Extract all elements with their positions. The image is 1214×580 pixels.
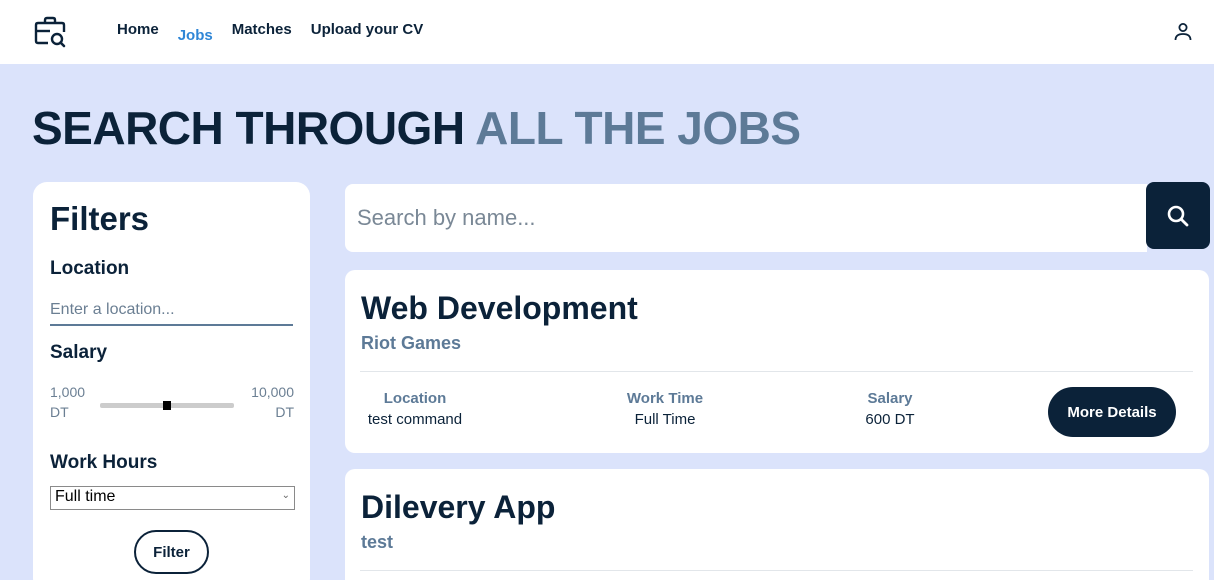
job-salary-value: 600 DT xyxy=(865,411,915,428)
job-work-time-value: Full Time xyxy=(634,411,696,428)
job-location: Location test command xyxy=(360,390,470,428)
page-title: SEARCH THROUGH ALL THE JOBS xyxy=(32,101,801,155)
briefcase-search-icon[interactable] xyxy=(32,14,68,50)
job-company: Riot Games xyxy=(361,333,462,353)
job-location-value: test command xyxy=(367,411,463,428)
nav-home[interactable]: Home xyxy=(117,21,159,38)
salary-max-unit: DT xyxy=(275,404,294,420)
filters-panel: Filters Location Salary 1,000 DT 10,000 … xyxy=(33,182,310,580)
location-label: Location xyxy=(50,258,130,279)
location-input[interactable] xyxy=(50,296,293,326)
nav-jobs[interactable]: Jobs xyxy=(178,27,213,44)
salary-min-unit: DT xyxy=(50,404,69,420)
job-work-time-label: Work Time xyxy=(626,390,704,407)
filter-button[interactable]: Filter xyxy=(134,530,209,574)
salary-slider[interactable] xyxy=(100,401,234,410)
job-work-time: Work Time Full Time xyxy=(605,390,725,428)
salary-slider-thumb[interactable] xyxy=(163,401,171,410)
search-button[interactable] xyxy=(1146,182,1210,249)
work-hours-selected: Full time xyxy=(55,488,116,505)
main-content: SEARCH THROUGH ALL THE JOBS Filters Loca… xyxy=(0,64,1214,580)
salary-max-value: 10,000 xyxy=(251,384,294,400)
top-navbar: Home Jobs Matches Upload your CV xyxy=(0,0,1214,64)
job-salary-label: Salary xyxy=(867,390,913,407)
divider xyxy=(360,371,1193,372)
more-details-button[interactable]: More Details xyxy=(1048,387,1176,437)
search-input[interactable] xyxy=(357,200,1127,236)
chevron-down-icon: ⌄ xyxy=(281,490,290,501)
divider xyxy=(360,570,1193,571)
salary-max: 10,000 DT xyxy=(242,382,294,422)
job-company: test xyxy=(361,532,394,552)
user-icon[interactable] xyxy=(1172,21,1194,43)
work-hours-select[interactable]: Full time ⌄ xyxy=(50,486,295,510)
job-location-label: Location xyxy=(383,390,447,407)
nav-matches[interactable]: Matches xyxy=(232,21,292,38)
salary-min: 1,000 DT xyxy=(50,382,85,422)
filters-title: Filters xyxy=(50,200,150,237)
job-card: Dilevery App test xyxy=(345,469,1209,580)
search-bar xyxy=(345,184,1147,252)
job-salary: Salary 600 DT xyxy=(845,390,935,428)
salary-min-value: 1,000 xyxy=(50,384,86,400)
job-title[interactable]: Dilevery App xyxy=(361,489,555,526)
page-title-primary: SEARCH THROUGH xyxy=(32,102,465,154)
page-title-secondary: ALL THE JOBS xyxy=(475,102,801,154)
work-hours-label: Work Hours xyxy=(50,452,158,473)
nav-upload-cv[interactable]: Upload your CV xyxy=(311,21,424,38)
search-icon xyxy=(1167,205,1189,226)
job-card: Web Development Riot Games Location test… xyxy=(345,270,1209,453)
main-nav: Home Jobs Matches Upload your CV xyxy=(117,21,442,44)
salary-label: Salary xyxy=(50,342,108,363)
job-title[interactable]: Web Development xyxy=(361,290,638,327)
